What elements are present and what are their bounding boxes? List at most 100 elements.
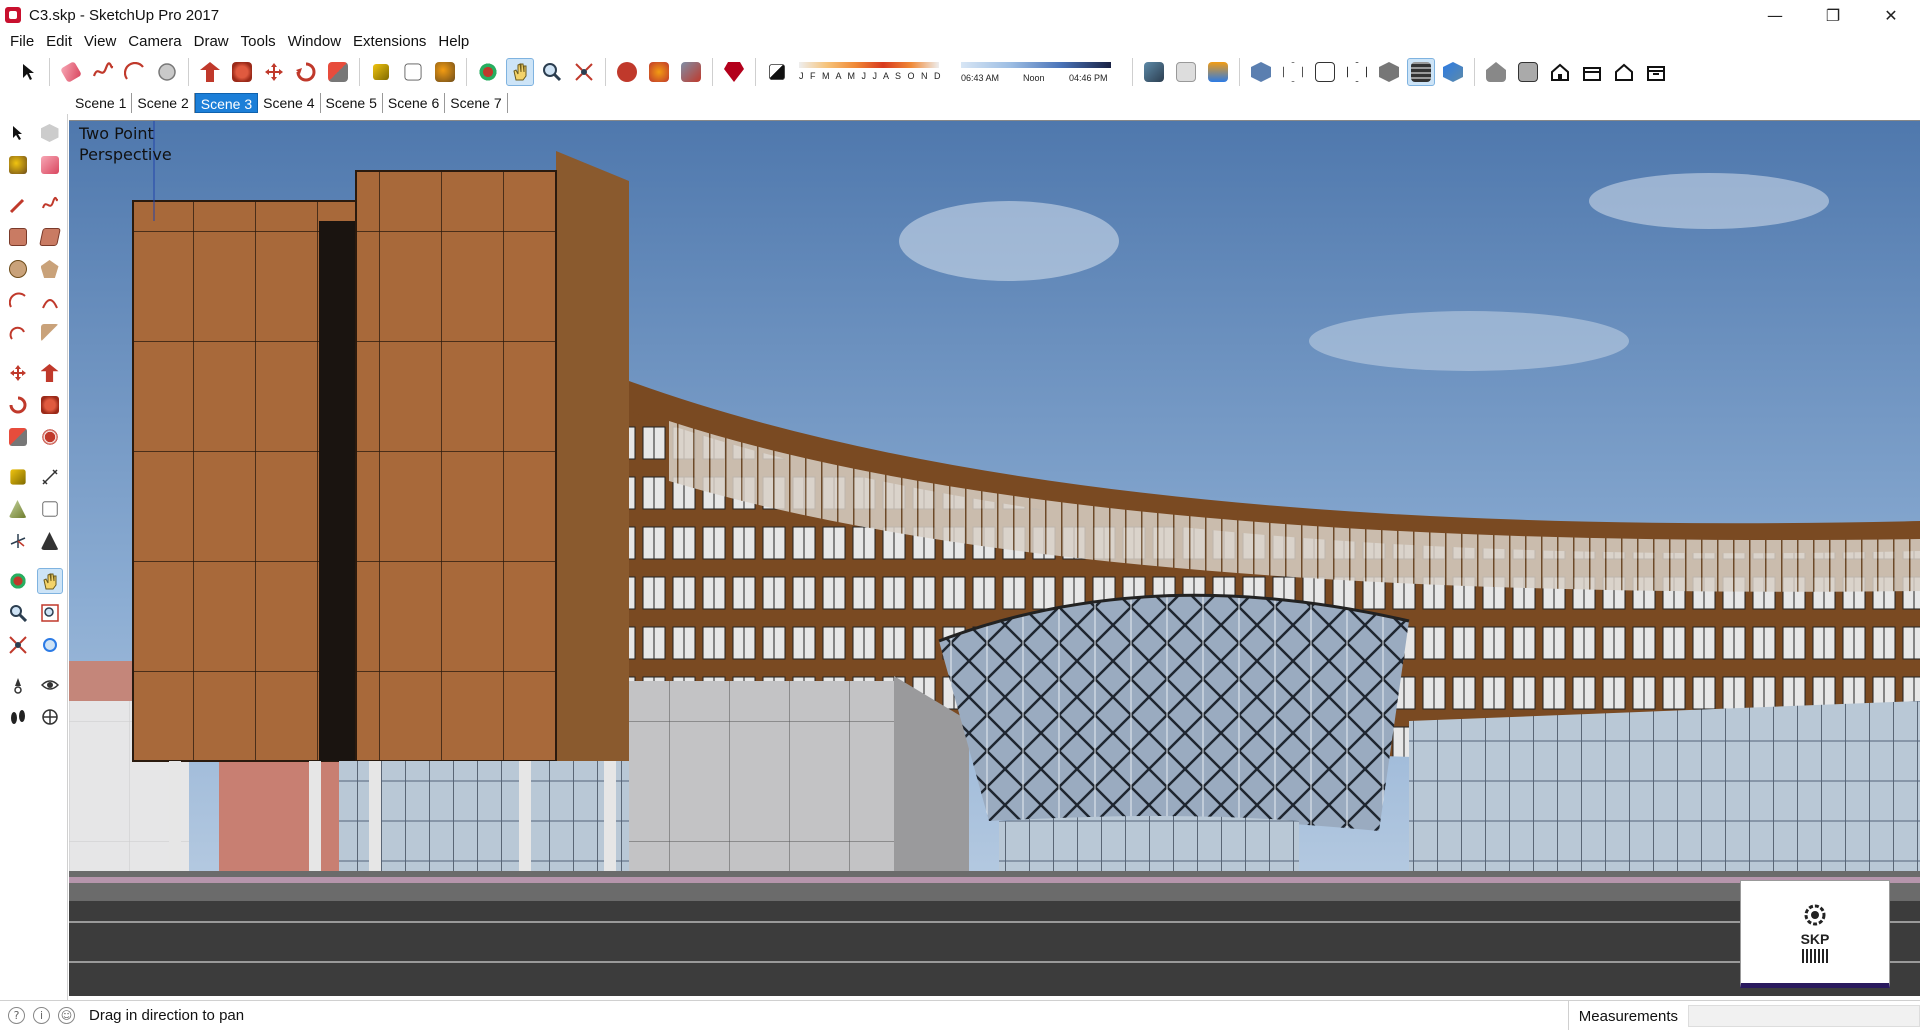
arc-button[interactable] (121, 58, 149, 86)
offset-tool[interactable] (37, 424, 63, 450)
freehand-tool[interactable] (37, 192, 63, 218)
view-top-button[interactable] (1514, 58, 1542, 86)
shadows-toggle-button[interactable] (763, 58, 791, 86)
scene-tab-1[interactable]: Scene 1 (70, 93, 133, 113)
style-backedges-button[interactable] (1279, 58, 1307, 86)
zoom-button[interactable] (538, 58, 566, 86)
circle-button[interactable] (153, 58, 181, 86)
text-button[interactable] (399, 58, 427, 86)
eraser-tool[interactable] (37, 152, 63, 178)
extension-warehouse-button[interactable] (645, 58, 673, 86)
scene-tab-7[interactable]: Scene 7 (445, 93, 508, 113)
section-plane-tool[interactable] (37, 704, 63, 730)
close-button[interactable]: ✕ (1862, 0, 1920, 30)
axes-tool[interactable] (5, 528, 31, 554)
walk-tool[interactable] (5, 704, 31, 730)
text-tool[interactable] (37, 496, 63, 522)
rectangle-tool[interactable] (5, 224, 31, 250)
tape-measure-tool[interactable] (5, 464, 31, 490)
scene-tab-2[interactable]: Scene 2 (132, 93, 195, 113)
zoom-extents-tool[interactable] (5, 632, 31, 658)
credits-icon[interactable]: i (33, 1007, 50, 1024)
shadow-month-slider[interactable]: J F M A M J J A S O N D (799, 58, 949, 86)
zoom-window-tool[interactable] (37, 600, 63, 626)
menu-file[interactable]: File (4, 33, 40, 50)
orbit-button[interactable] (474, 58, 502, 86)
user-account-icon[interactable]: ☺ (58, 1007, 75, 1024)
paint-bucket-tool[interactable] (5, 152, 31, 178)
menu-edit[interactable]: Edit (40, 33, 78, 50)
follow-me-button[interactable] (228, 58, 256, 86)
select-tool[interactable] (5, 120, 31, 146)
view-left-button[interactable] (1642, 58, 1670, 86)
geo-location-icon[interactable]: ? (8, 1007, 25, 1024)
menu-window[interactable]: Window (282, 33, 347, 50)
pie-tool[interactable] (37, 320, 63, 346)
scene-tab-5[interactable]: Scene 5 (321, 93, 383, 113)
tape-measure-button[interactable] (367, 58, 395, 86)
3d-text-tool[interactable] (37, 528, 63, 554)
style-shaded-textures-button[interactable] (1407, 58, 1435, 86)
restore-button[interactable]: ❐ (1804, 0, 1862, 30)
shadow-time-slider[interactable]: 06:43 AM Noon 04:46 PM (961, 58, 1121, 86)
style-wireframe-button[interactable] (1311, 58, 1339, 86)
menu-draw[interactable]: Draw (188, 33, 235, 50)
make-component-tool[interactable] (37, 120, 63, 146)
move-tool[interactable] (5, 360, 31, 386)
model-viewport[interactable]: Two Point Perspective SKP (69, 120, 1920, 996)
pan-button[interactable] (506, 58, 534, 86)
menu-tools[interactable]: Tools (235, 33, 282, 50)
section-plane-button[interactable] (1140, 58, 1168, 86)
rotate-tool[interactable] (5, 392, 31, 418)
pan-tool[interactable] (36, 568, 63, 594)
dimension-tool[interactable] (37, 464, 63, 490)
view-iso-button[interactable] (1482, 58, 1510, 86)
position-camera-tool[interactable] (5, 672, 31, 698)
paint-bucket-button[interactable] (431, 58, 459, 86)
protractor-tool[interactable] (5, 496, 31, 522)
push-pull-button[interactable] (196, 58, 224, 86)
view-back-button[interactable] (1610, 58, 1638, 86)
follow-me-tool[interactable] (37, 392, 63, 418)
rotate-button[interactable] (292, 58, 320, 86)
scene-tab-6[interactable]: Scene 6 (383, 93, 446, 113)
freehand-button[interactable] (89, 58, 117, 86)
circle-tool[interactable] (5, 256, 31, 282)
scale-button[interactable] (324, 58, 352, 86)
move-button[interactable] (260, 58, 288, 86)
ruby-console-button[interactable] (720, 58, 748, 86)
menu-help[interactable]: Help (432, 33, 475, 50)
measurements-input[interactable] (1688, 1005, 1920, 1027)
style-shaded-button[interactable] (1375, 58, 1403, 86)
rotated-rectangle-tool[interactable] (37, 224, 63, 250)
style-hidden-line-button[interactable] (1343, 58, 1371, 86)
orbit-tool[interactable] (5, 568, 31, 594)
scale-tool[interactable] (5, 424, 31, 450)
view-front-button[interactable] (1546, 58, 1574, 86)
display-section-button[interactable] (1172, 58, 1200, 86)
polygon-tool[interactable] (37, 256, 63, 282)
menu-extensions[interactable]: Extensions (347, 33, 432, 50)
style-monochrome-button[interactable] (1439, 58, 1467, 86)
select-tool-button[interactable] (14, 58, 42, 86)
three-point-arc-tool[interactable] (5, 320, 31, 346)
arc-tool[interactable] (5, 288, 31, 314)
two-point-arc-tool[interactable] (37, 288, 63, 314)
zoom-extents-button[interactable] (570, 58, 598, 86)
view-right-button[interactable] (1578, 58, 1606, 86)
zoom-tool[interactable] (5, 600, 31, 626)
previous-view-tool[interactable] (37, 632, 63, 658)
warehouse-button[interactable] (613, 58, 641, 86)
minimize-button[interactable]: — (1746, 0, 1804, 30)
look-around-tool[interactable] (37, 672, 63, 698)
scene-tab-3[interactable]: Scene 3 (194, 93, 259, 113)
push-pull-tool[interactable] (37, 360, 63, 386)
share-model-button[interactable] (677, 58, 705, 86)
scene-tab-4[interactable]: Scene 4 (258, 93, 321, 113)
menu-camera[interactable]: Camera (122, 33, 187, 50)
style-xray-button[interactable] (1247, 58, 1275, 86)
line-tool[interactable] (5, 192, 31, 218)
section-cuts-button[interactable] (1204, 58, 1232, 86)
eraser-button[interactable] (57, 58, 85, 86)
menu-view[interactable]: View (78, 33, 122, 50)
